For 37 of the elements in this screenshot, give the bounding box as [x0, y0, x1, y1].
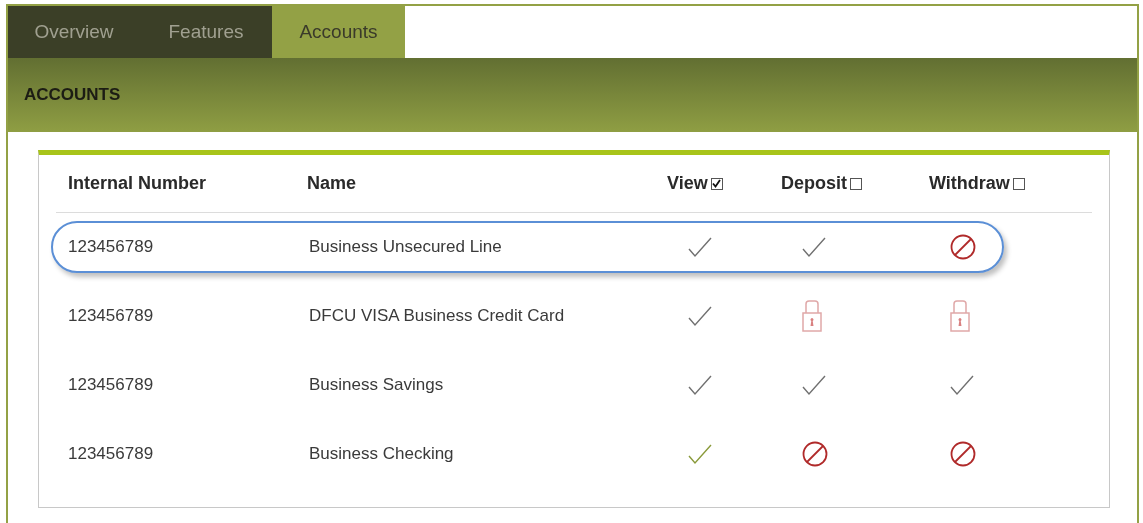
checkmark-icon — [802, 236, 826, 258]
account-name: DFCU VISA Business Credit Card — [309, 306, 565, 326]
section-title: ACCOUNTS — [24, 85, 121, 105]
checkmark-icon — [950, 374, 974, 396]
checkmark-icon — [688, 374, 712, 396]
account-number: 123456789 — [67, 306, 154, 326]
account-number: 123456789 — [67, 444, 154, 464]
table-row[interactable]: 123456789 DFCU VISA Business Credit Card — [51, 290, 1004, 342]
tab[interactable]: Features — [140, 6, 272, 58]
tab[interactable]: Accounts — [272, 6, 405, 58]
padlock-icon — [802, 300, 822, 332]
checkbox[interactable] — [1012, 177, 1025, 190]
column-header: Internal Number — [67, 173, 207, 194]
checkmark-icon — [688, 305, 712, 327]
padlock-icon — [950, 300, 970, 332]
table-row[interactable]: 123456789 Business Unsecured Line — [51, 221, 1004, 273]
prohibited-icon — [950, 234, 976, 260]
account-number: 123456789 — [67, 237, 154, 257]
table-row[interactable]: 123456789 Business Savings — [51, 359, 1004, 411]
prohibited-icon — [802, 441, 828, 467]
column-header: View — [667, 173, 708, 194]
column-header: Withdraw — [929, 173, 1010, 194]
checkmark-icon — [802, 374, 826, 396]
account-name: Business Checking — [309, 444, 454, 464]
account-name: Business Savings — [309, 375, 444, 395]
prohibited-icon — [950, 441, 976, 467]
checkmark-icon — [688, 236, 712, 258]
tab[interactable]: Overview — [8, 6, 140, 58]
column-header: Name — [307, 173, 357, 194]
table-row[interactable]: 123456789 Business Checking — [51, 428, 1004, 480]
account-number: 123456789 — [67, 375, 154, 395]
column-header: Deposit — [781, 173, 847, 194]
checkmark-icon — [688, 443, 712, 465]
check-icon — [712, 179, 722, 188]
checkbox[interactable] — [850, 177, 862, 190]
account-name: Business Unsecured Line — [309, 237, 502, 257]
checkbox[interactable] — [710, 177, 723, 190]
